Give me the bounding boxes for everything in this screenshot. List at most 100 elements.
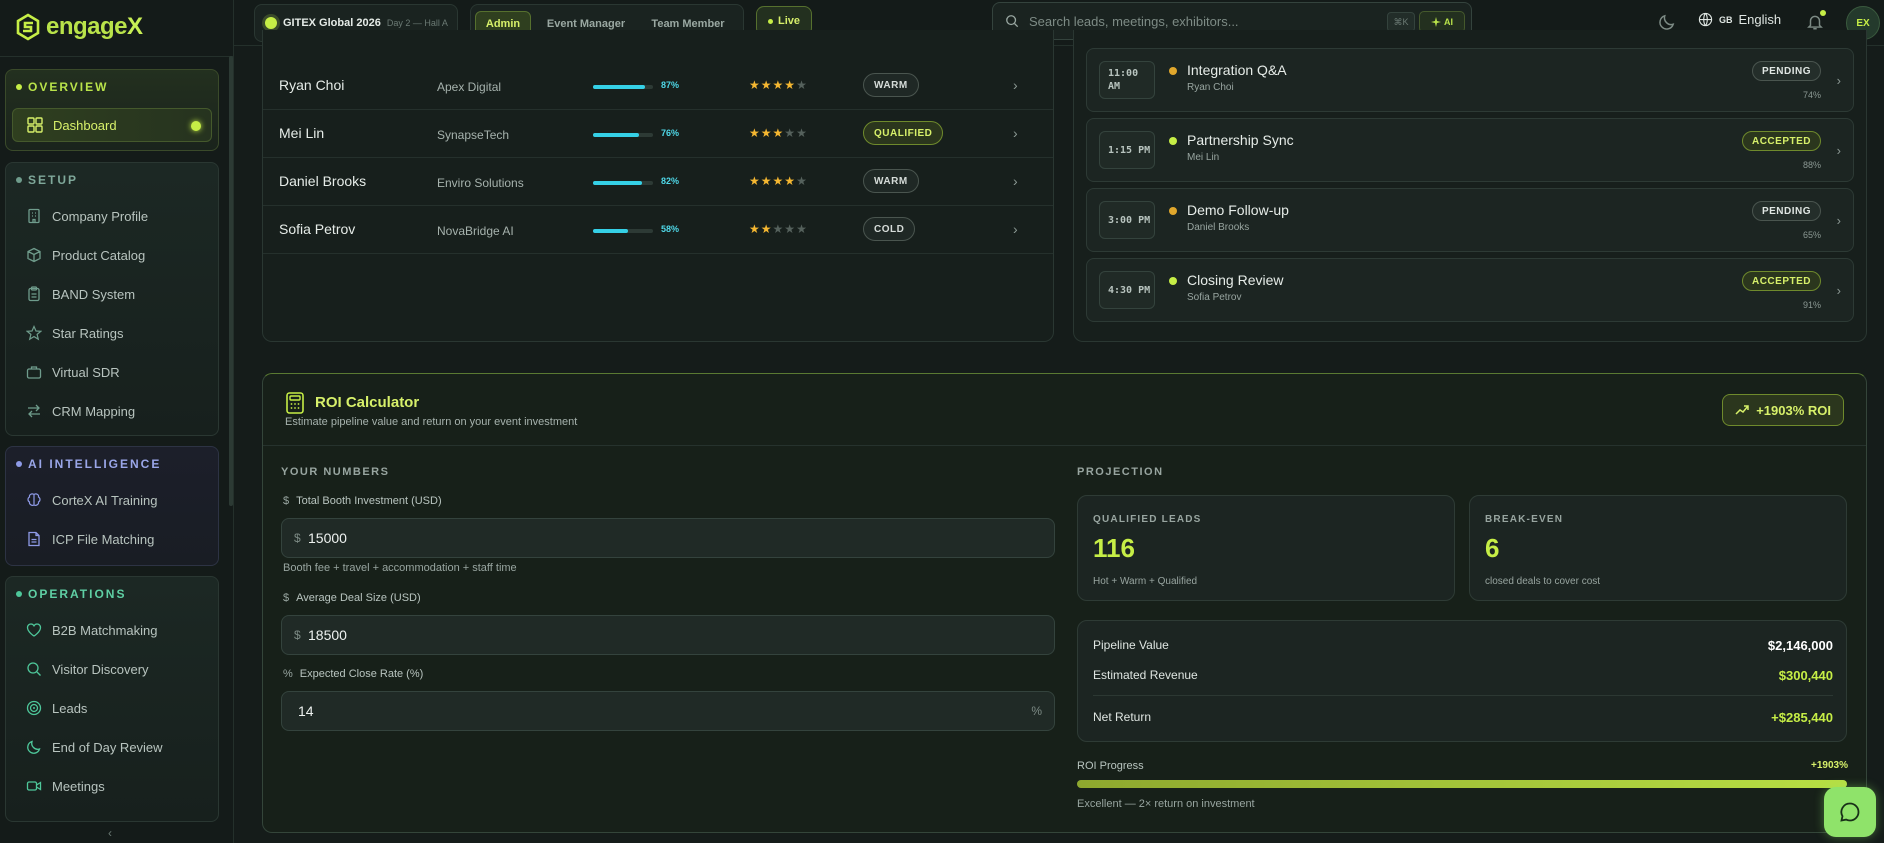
currency-prefix: $ xyxy=(294,628,301,642)
sidebar-item-label: Virtual SDR xyxy=(52,364,120,380)
brain-icon xyxy=(27,493,41,506)
meeting-score: 91% xyxy=(1802,300,1821,310)
sidebar-item-label: Company Profile xyxy=(52,208,149,224)
sidebar-item-label: Product Catalog xyxy=(52,247,146,263)
meeting-attendee: Daniel Brooks xyxy=(1187,222,1250,233)
lead-name: Sofia Petrov xyxy=(279,221,356,237)
sidebar-item-meetings[interactable]: Meetings xyxy=(12,769,212,803)
table-row[interactable]: Ryan Choi Apex Digital 87% ★★★★★ WARM › xyxy=(263,62,1053,110)
sidebar-scrollbar[interactable] xyxy=(229,56,233,506)
meeting-card[interactable]: 3:00 PM Demo Follow-up Daniel Brooks PENDIN… xyxy=(1086,188,1854,252)
status-badge: WARM xyxy=(863,169,919,193)
theme-toggle-moon-icon[interactable] xyxy=(1658,13,1676,31)
language-selector[interactable]: GB English xyxy=(1698,12,1781,27)
brand-logo[interactable]: engageX xyxy=(14,12,143,42)
sidebar-item-cortex-ai-training[interactable]: CorteX AI Training xyxy=(12,483,212,517)
nav-group-title: OVERVIEW xyxy=(16,80,108,94)
sidebar-item-crm-mapping[interactable]: CRM Mapping xyxy=(12,394,212,428)
meeting-card[interactable]: 11:00 AM Integration Q&A Ryan Choi PENDING 7… xyxy=(1086,48,1854,112)
meeting-title: Demo Follow-up xyxy=(1187,202,1289,218)
lead-score: 76% xyxy=(661,128,680,138)
lead-score-bar xyxy=(593,133,653,137)
meeting-status-badge: PENDING xyxy=(1751,201,1821,221)
chevron-right-icon[interactable]: › xyxy=(1013,77,1018,93)
chevron-right-icon[interactable]: › xyxy=(1837,73,1841,88)
sidebar-item-icp-file-matching[interactable]: ICP File Matching xyxy=(12,522,212,556)
meeting-status-badge: ACCEPTED xyxy=(1741,271,1821,291)
heart-icon xyxy=(26,623,42,637)
sidebar-item-band-system[interactable]: BAND System xyxy=(12,277,212,311)
video-icon xyxy=(26,781,42,791)
nav-group-setup: SETUP Company Profile Product Catalog BA… xyxy=(5,162,219,436)
trending-up-icon xyxy=(1735,405,1749,415)
roi-badge: +1903% ROI xyxy=(1722,394,1844,426)
dollar-icon: $ xyxy=(283,592,290,604)
chevron-right-icon[interactable]: › xyxy=(1837,143,1841,158)
live-label: Live xyxy=(777,15,800,27)
meeting-score: 74% xyxy=(1802,90,1821,100)
file-icon xyxy=(28,531,40,547)
roi-progress-label: ROI Progress xyxy=(1077,760,1144,772)
status-badge: COLD xyxy=(863,217,916,241)
chevron-right-icon[interactable]: › xyxy=(1837,283,1841,298)
meeting-time: 4:30 PM xyxy=(1099,271,1155,309)
meeting-time: 11:00 AM xyxy=(1099,61,1155,99)
search-input[interactable] xyxy=(1029,13,1379,29)
deal-size-field[interactable]: $ xyxy=(281,615,1055,655)
table-row[interactable]: Mei Lin SynapseTech 76% ★★★★★ QUALIFIED › xyxy=(263,110,1053,158)
meeting-title: Closing Review xyxy=(1187,272,1284,288)
deal-size-input[interactable] xyxy=(308,616,1008,654)
close-rate-label: % Expected Close Rate (%) xyxy=(283,668,424,680)
chevron-right-icon[interactable]: › xyxy=(1837,213,1841,228)
target-icon xyxy=(26,700,42,716)
roi-progress-value: +1903% xyxy=(1811,760,1848,771)
meeting-attendee: Sofia Petrov xyxy=(1187,292,1242,303)
projection-summary: Pipeline Value $2,146,000 Estimated Reve… xyxy=(1077,620,1847,742)
net-return-row: Net Return +$285,440 xyxy=(1093,709,1833,725)
meeting-card[interactable]: 1:15 PM Partnership Sync Mei Lin ACCEPTED 88… xyxy=(1086,118,1854,182)
investment-field[interactable]: $ xyxy=(281,518,1055,558)
pipeline-value: $2,146,000 xyxy=(1767,637,1833,653)
sidebar-item-product-catalog[interactable]: Product Catalog xyxy=(12,238,212,272)
star-icon xyxy=(26,325,42,341)
chat-button[interactable] xyxy=(1824,787,1876,837)
event-subtitle: Day 2 — Hall A xyxy=(386,18,448,28)
investment-hint: Booth fee + travel + accommodation + sta… xyxy=(283,562,517,574)
lead-score-fill xyxy=(593,85,646,89)
table-row[interactable]: Sofia Petrov NovaBridge AI 58% ★★★★★ COLD › xyxy=(263,206,1053,254)
lead-name: Mei Lin xyxy=(279,125,325,141)
sidebar-item-label: Visitor Discovery xyxy=(52,661,149,677)
break-even-label: BREAK-EVEN xyxy=(1485,514,1564,525)
logo-text: engageX xyxy=(46,13,143,40)
sidebar-item-label: CRM Mapping xyxy=(52,403,136,419)
sidebar-item-visitor-discovery[interactable]: Visitor Discovery xyxy=(12,652,212,686)
lead-score-bar xyxy=(593,181,653,185)
qualified-leads-value: 116 xyxy=(1093,533,1135,563)
sidebar-item-company-profile[interactable]: Company Profile xyxy=(12,199,212,233)
sidebar-item-label: Dashboard xyxy=(53,117,117,133)
break-even-value: 6 xyxy=(1485,533,1500,563)
sidebar-item-label: End of Day Review xyxy=(52,739,163,755)
chevron-right-icon[interactable]: › xyxy=(1013,125,1018,141)
sidebar-item-dashboard[interactable]: Dashboard xyxy=(12,108,212,142)
calculator-icon xyxy=(286,392,304,414)
chevron-right-icon[interactable]: › xyxy=(1013,173,1018,189)
sidebar-item-star-ratings[interactable]: Star Ratings xyxy=(12,316,212,350)
chevron-right-icon[interactable]: › xyxy=(1013,221,1018,237)
sidebar-item-b2b-matchmaking[interactable]: B2B Matchmaking xyxy=(12,613,212,647)
recent-leads-panel: Ryan Choi Apex Digital 87% ★★★★★ WARM › Mei Li… xyxy=(262,30,1054,342)
deal-size-label: $ Average Deal Size (USD) xyxy=(283,592,421,604)
nav-group-title: AI INTELLIGENCE xyxy=(16,457,161,471)
lead-score-fill xyxy=(593,181,643,185)
table-row[interactable]: Daniel Brooks Enviro Solutions 82% ★★★★★ WAR… xyxy=(263,158,1053,206)
investment-input[interactable] xyxy=(308,519,1008,557)
language-code: GB xyxy=(1719,14,1733,25)
roi-progress-fill xyxy=(1077,780,1847,788)
sidebar-item-virtual-sdr[interactable]: Virtual SDR xyxy=(12,355,212,389)
collapse-sidebar-button[interactable]: ‹ xyxy=(108,826,112,840)
close-rate-input[interactable] xyxy=(298,692,998,730)
meeting-card[interactable]: 4:30 PM Closing Review Sofia Petrov ACCEPTE… xyxy=(1086,258,1854,322)
sidebar-item-end-of-day-review[interactable]: End of Day Review xyxy=(12,730,212,764)
sidebar-item-leads[interactable]: Leads xyxy=(12,691,212,725)
close-rate-field[interactable]: % xyxy=(281,691,1055,731)
